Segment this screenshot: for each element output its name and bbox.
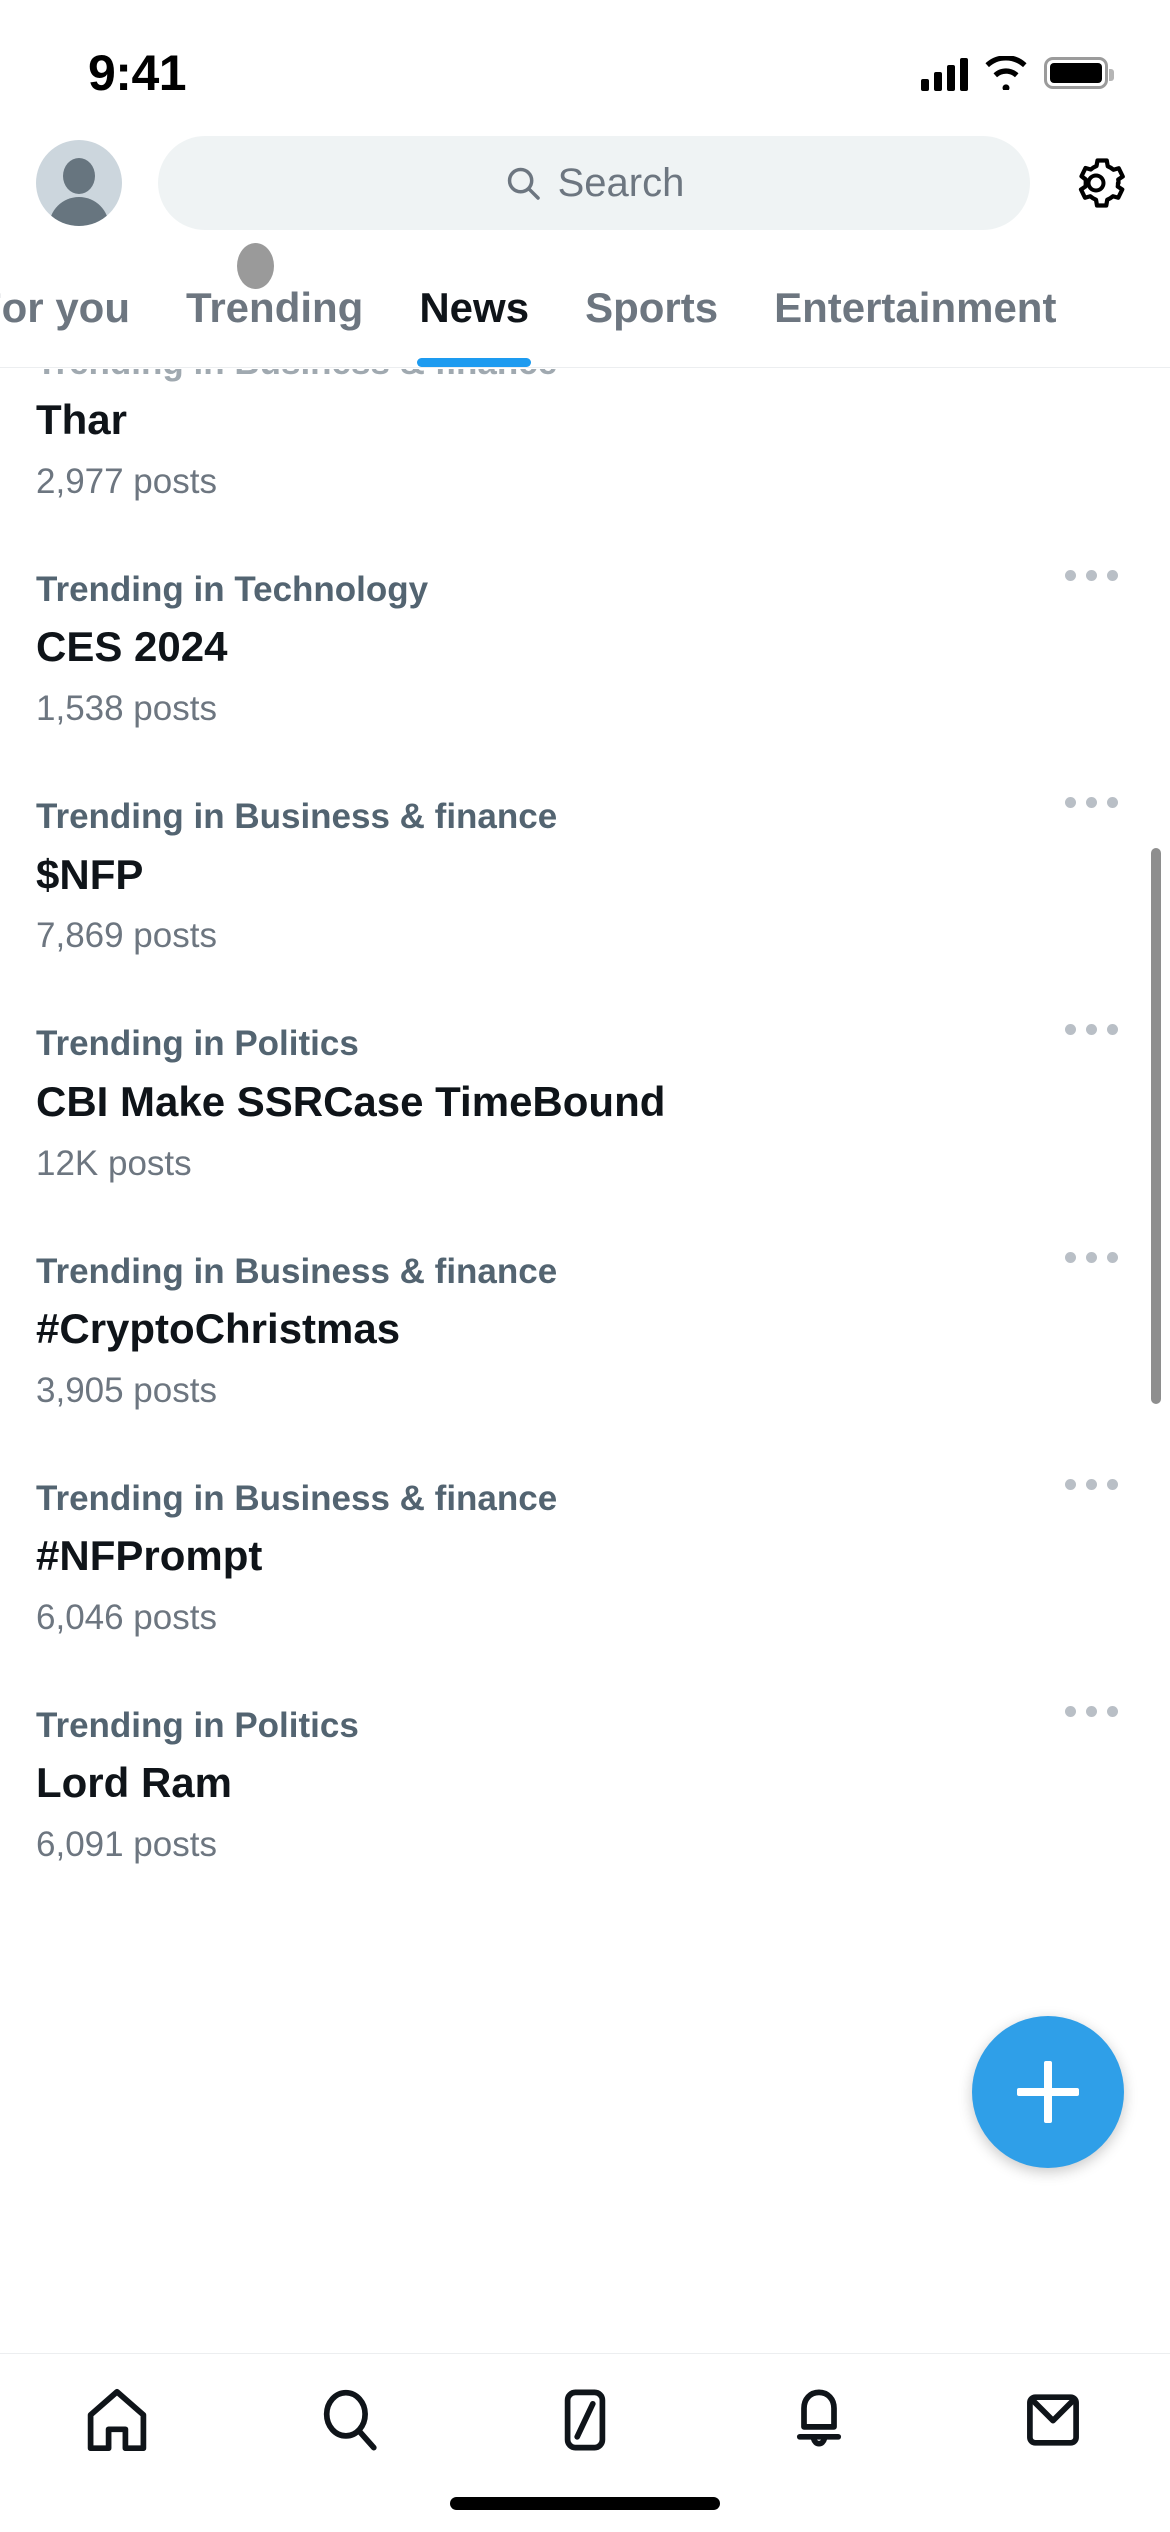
home-icon [87,2388,147,2452]
trend-posts: 3,905 posts [36,1370,217,1410]
trend-posts: 6,046 posts [36,1597,217,1637]
search-icon [507,167,540,200]
trend-more-icon[interactable] [1065,1705,1118,1717]
tab-news[interactable]: News [391,248,557,367]
tab-label: News [419,283,530,331]
trend-name: #NFPrompt [36,1531,263,1579]
home-indicator [450,2497,720,2510]
trend-item[interactable]: Trending in Technology CES 2024 1,538 po… [0,536,1170,763]
trend-category: Trending in Politics [36,1024,359,1064]
nav-item-grok[interactable] [495,2380,675,2460]
tab-label: Trending [186,283,364,331]
trend-posts: 12K posts [36,1143,192,1183]
vertical-scrollbar[interactable] [1151,848,1161,1404]
tab-label: Entertainment [774,283,1057,331]
bell-icon [796,2389,842,2447]
nav-item-messages[interactable] [963,2380,1143,2460]
trend-name: CBI Make SSRCase TimeBound [36,1077,666,1125]
nav-item-search[interactable] [261,2380,441,2460]
trend-more-icon[interactable] [1065,1024,1118,1036]
trend-category: Trending in Technology [36,570,429,610]
top-bar: Search [0,118,1170,248]
status-bar: 9:41 [0,0,1170,118]
battery-full-icon [1044,57,1114,89]
trend-name: $NFP [36,850,144,898]
search-placeholder: Search [557,160,685,205]
plus-icon [1017,2061,1079,2123]
trend-item[interactable]: Trending in Politics CBI Make SSRCase Ti… [0,990,1170,1217]
envelope-icon [1027,2394,1079,2446]
trend-more-icon[interactable] [1065,570,1118,582]
trend-item[interactable]: Trending in Business & finance $NFP 7,86… [0,763,1170,990]
tab-entertainment[interactable]: Entertainment [746,248,1084,367]
tab-label: For you [0,283,130,331]
trend-posts: 6,091 posts [36,1824,217,1864]
gear-icon[interactable] [1066,153,1126,213]
profile-avatar[interactable] [36,140,122,226]
status-time: 9:41 [88,45,187,101]
trend-more-icon[interactable] [1065,1251,1118,1263]
trend-category: Trending in Politics [36,1705,359,1745]
search-input[interactable]: Search [158,136,1030,230]
phone-screen: 9:41 Search For [0,0,1170,2532]
trend-name: CES 2024 [36,623,228,671]
wifi-icon [985,56,1027,90]
category-tabs[interactable]: For you Trending News Sports Entertainme… [0,248,1170,368]
tab-for-you[interactable]: For you [0,248,158,367]
trend-posts: 1,538 posts [36,689,217,729]
trend-posts: 2,977 posts [36,462,217,502]
status-indicators [921,55,1114,91]
nav-item-home[interactable] [27,2380,207,2460]
trend-name: Thar [36,396,128,444]
avatar-head [63,158,95,194]
grok-icon [564,2389,606,2451]
compose-post-button[interactable] [972,2016,1124,2168]
cellular-signal-icon [921,55,968,91]
avatar-body [49,197,109,226]
trend-name: #CryptoChristmas [36,1304,401,1352]
tab-sports[interactable]: Sports [557,248,746,367]
search-icon [323,2389,377,2451]
trend-more-icon[interactable] [1065,797,1118,809]
trend-item[interactable]: Trending in Politics Lord Ram 6,091 post… [0,1672,1170,1899]
trend-category: Trending in Business & finance [36,797,558,837]
tab-label: Sports [585,283,719,331]
trend-item[interactable]: Trending in Business & finance #NFPrompt… [0,1445,1170,1672]
trend-category: Trending in Business & finance [36,369,1050,386]
touch-pointer-indicator [237,243,274,289]
trend-item[interactable]: Trending in Business & finance Thar 2,97… [0,369,1170,536]
trend-name: Lord Ram [36,1759,233,1807]
trend-category: Trending in Business & finance [36,1478,558,1518]
nav-item-notifications[interactable] [729,2380,909,2460]
trend-posts: 7,869 posts [36,916,217,956]
trend-item[interactable]: Trending in Business & finance #CryptoCh… [0,1218,1170,1445]
trend-more-icon[interactable] [1065,1478,1118,1490]
tab-trending[interactable]: Trending [158,248,391,367]
trend-category: Trending in Business & finance [36,1251,558,1291]
